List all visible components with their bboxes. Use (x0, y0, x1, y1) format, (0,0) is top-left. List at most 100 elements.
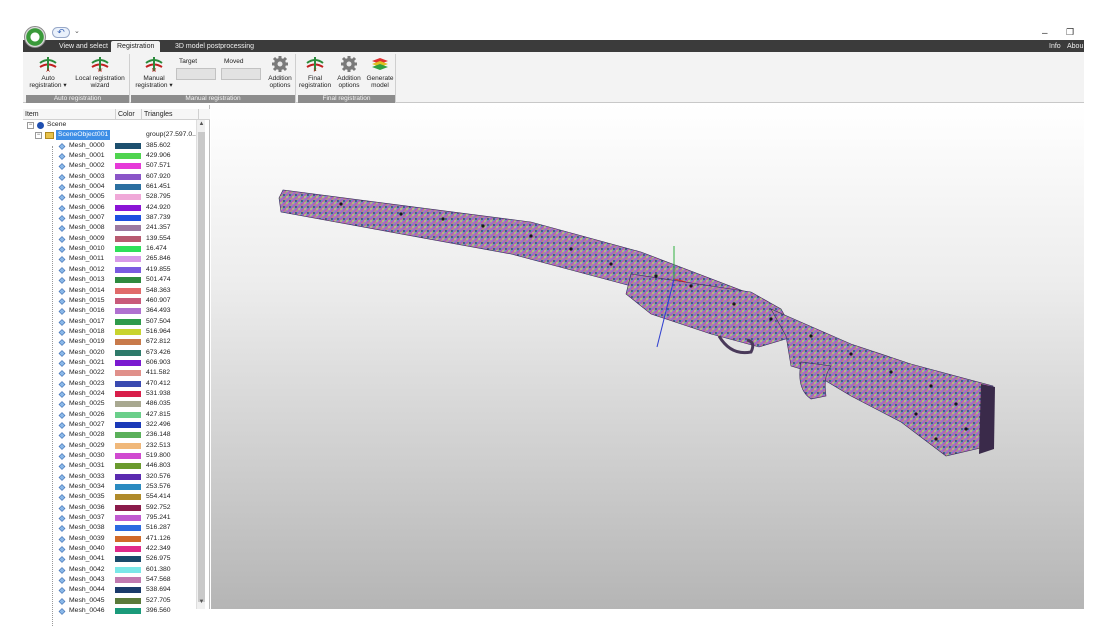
tree-row-mesh[interactable]: Mesh_0010 16.474 (23, 244, 197, 254)
generate-model-button[interactable]: Generate model (365, 55, 395, 89)
tree-row-mesh[interactable]: Mesh_0031 446.803 (23, 461, 197, 471)
mesh-color-swatch[interactable] (115, 328, 141, 335)
tree-row-mesh[interactable]: Mesh_0005 528.795 (23, 192, 197, 202)
mesh-color-swatch[interactable] (115, 556, 141, 563)
mesh-color-swatch[interactable] (115, 256, 141, 263)
tree-row-mesh[interactable]: Mesh_0003 607.920 (23, 172, 197, 182)
moved-field[interactable] (221, 68, 261, 80)
tree-row-mesh[interactable]: Mesh_0021 606.903 (23, 358, 197, 368)
tree-row-mesh[interactable]: Mesh_0008 241.357 (23, 223, 197, 233)
scroll-up-icon[interactable]: ▲ (197, 120, 206, 129)
mesh-color-swatch[interactable] (115, 339, 141, 346)
tree-row-mesh[interactable]: Mesh_0000 385.602 (23, 141, 197, 151)
mesh-color-swatch[interactable] (115, 401, 141, 408)
manual-registration-button[interactable]: M Manual registration ▾ (134, 55, 174, 89)
quick-access-caret-icon[interactable]: ⌄ (74, 27, 80, 35)
mesh-color-swatch[interactable] (115, 525, 141, 532)
collapse-icon[interactable]: − (35, 132, 42, 140)
mesh-color-swatch[interactable] (115, 370, 141, 377)
tree-row-mesh[interactable]: Mesh_0039 471.126 (23, 534, 197, 544)
tree-row-mesh[interactable]: Mesh_0002 507.571 (23, 161, 197, 171)
mesh-color-swatch[interactable] (115, 225, 141, 232)
mesh-color-swatch[interactable] (115, 494, 141, 501)
tree-row-mesh[interactable]: Mesh_0035 554.414 (23, 492, 197, 502)
tree-scrollbar[interactable]: ▲ ▼ (196, 120, 205, 609)
mesh-color-swatch[interactable] (115, 546, 141, 553)
tree-row-mesh[interactable]: Mesh_0013 501.474 (23, 275, 197, 285)
mesh-color-swatch[interactable] (115, 308, 141, 315)
final-registration-button[interactable]: F Final registration (299, 55, 331, 89)
final-addition-options-button[interactable]: Addition options (334, 55, 364, 89)
app-logo-icon[interactable] (24, 26, 46, 48)
tree-row-group[interactable]: − SceneObject001 group(27.597.0... (23, 130, 198, 141)
tab-about[interactable]: Abou (1067, 41, 1083, 52)
tree-row-mesh[interactable]: Mesh_0038 516.287 (23, 523, 197, 533)
tree-row-mesh[interactable]: Mesh_0007 387.739 (23, 213, 197, 223)
mesh-color-swatch[interactable] (115, 484, 141, 491)
tree-row-mesh[interactable]: Mesh_0036 592.752 (23, 503, 197, 513)
tree-row-mesh[interactable]: Mesh_0009 139.554 (23, 234, 197, 244)
mesh-color-swatch[interactable] (115, 380, 141, 387)
mesh-color-swatch[interactable] (115, 153, 141, 160)
mesh-color-swatch[interactable] (115, 318, 141, 325)
tree-row-mesh[interactable]: Mesh_0019 672.812 (23, 337, 197, 347)
tree-row-mesh[interactable]: Mesh_0023 470.412 (23, 379, 197, 389)
auto-registration-button[interactable]: A Auto registration ▾ (28, 55, 68, 89)
mesh-color-swatch[interactable] (115, 535, 141, 542)
mesh-color-swatch[interactable] (115, 587, 141, 594)
tab-info[interactable]: Info (1049, 41, 1061, 52)
scroll-thumb[interactable] (198, 132, 205, 602)
mesh-color-swatch[interactable] (115, 204, 141, 211)
tree-row-mesh[interactable]: Mesh_0025 486.035 (23, 399, 197, 409)
mesh-color-swatch[interactable] (115, 297, 141, 304)
tree-row-mesh[interactable]: Mesh_0046 396.560 (23, 606, 197, 616)
column-header-triangles[interactable]: Triangles (142, 109, 199, 120)
tree-row-mesh[interactable]: Mesh_0011 265.846 (23, 254, 197, 264)
tree-row-scene[interactable]: − Scene (23, 120, 197, 130)
mesh-color-swatch[interactable] (115, 421, 141, 428)
mesh-color-swatch[interactable] (115, 577, 141, 584)
tree-row-mesh[interactable]: Mesh_0045 527.705 (23, 596, 197, 606)
mesh-color-swatch[interactable] (115, 390, 141, 397)
mesh-color-swatch[interactable] (115, 515, 141, 522)
mesh-color-swatch[interactable] (115, 184, 141, 191)
restore-button[interactable]: ❐ (1066, 27, 1074, 38)
collapse-icon[interactable]: − (27, 122, 34, 129)
column-header-color[interactable]: Color (116, 109, 142, 120)
tree-row-mesh[interactable]: Mesh_0015 460.907 (23, 296, 197, 306)
mesh-color-swatch[interactable] (115, 359, 141, 366)
tree-row-mesh[interactable]: Mesh_0001 429.906 (23, 151, 197, 161)
tree-row-mesh[interactable]: Mesh_0040 422.349 (23, 544, 197, 554)
mesh-color-swatch[interactable] (115, 432, 141, 439)
mesh-color-swatch[interactable] (115, 608, 141, 615)
tree-row-mesh[interactable]: Mesh_0018 516.964 (23, 327, 197, 337)
tree-row-mesh[interactable]: Mesh_0017 507.504 (23, 317, 197, 327)
mesh-color-swatch[interactable] (115, 215, 141, 222)
tree-row-mesh[interactable]: Mesh_0033 320.576 (23, 472, 197, 482)
addition-options-button[interactable]: Addition options (265, 55, 295, 89)
3d-viewport[interactable] (211, 104, 1084, 609)
tree-row-mesh[interactable]: Mesh_0012 419.855 (23, 265, 197, 275)
mesh-color-swatch[interactable] (115, 349, 141, 356)
mesh-color-swatch[interactable] (115, 173, 141, 180)
scroll-down-icon[interactable]: ▼ (197, 598, 206, 607)
mesh-color-swatch[interactable] (115, 463, 141, 470)
mesh-color-swatch[interactable] (115, 194, 141, 201)
local-registration-wizard-button[interactable]: W Local registration wizard (72, 55, 128, 89)
tree-row-mesh[interactable]: Mesh_0020 673.426 (23, 348, 197, 358)
mesh-color-swatch[interactable] (115, 597, 141, 604)
tree-row-mesh[interactable]: Mesh_0041 526.975 (23, 554, 197, 564)
mesh-color-swatch[interactable] (115, 142, 141, 149)
tab-view-and-select[interactable]: View and select (53, 41, 114, 52)
tree-row-mesh[interactable]: Mesh_0028 236.148 (23, 430, 197, 440)
tree-row-mesh[interactable]: Mesh_0042 601.380 (23, 565, 197, 575)
mesh-color-swatch[interactable] (115, 566, 141, 573)
tab-3d-model-postprocessing[interactable]: 3D model postprocessing (169, 41, 260, 52)
mesh-color-swatch[interactable] (115, 266, 141, 273)
tree-row-mesh[interactable]: Mesh_0022 411.582 (23, 368, 197, 378)
mesh-color-swatch[interactable] (115, 411, 141, 418)
tree-row-mesh[interactable]: Mesh_0006 424.920 (23, 203, 197, 213)
tree-row-mesh[interactable]: Mesh_0014 548.363 (23, 286, 197, 296)
tree-row-mesh[interactable]: Mesh_0037 795.241 (23, 513, 197, 523)
mesh-color-swatch[interactable] (115, 473, 141, 480)
